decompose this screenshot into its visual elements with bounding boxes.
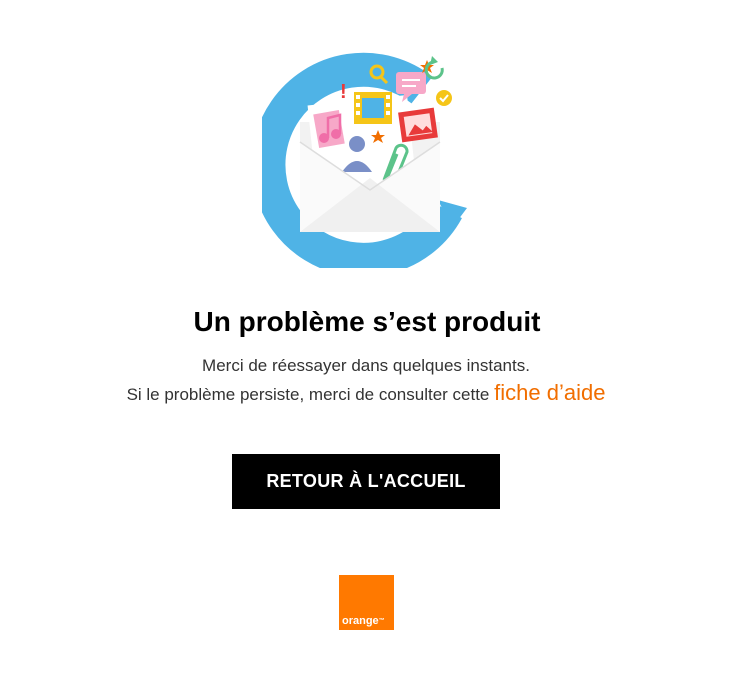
home-button[interactable]: RETOUR À L'ACCUEIL xyxy=(232,454,500,509)
logo-text: orange™ xyxy=(342,615,385,627)
orange-logo[interactable]: orange™ xyxy=(339,575,394,630)
page-title: Un problème s’est produit xyxy=(193,306,541,337)
retry-message: Merci de réessayer dans quelques instant… xyxy=(202,356,530,375)
mail-error-illustration: ! xyxy=(262,52,467,268)
help-link[interactable]: fiche d’aide xyxy=(494,380,605,405)
check-icon xyxy=(436,90,452,106)
persist-message-text: Si le problème persiste, merci de consul… xyxy=(126,385,495,404)
image-icon xyxy=(398,107,438,143)
persist-message: Si le problème persiste, merci de consul… xyxy=(0,380,732,406)
error-page: ! Un problème s’est produit Merci de rée… xyxy=(0,0,741,688)
film-icon xyxy=(354,92,392,124)
exclamation-icon: ! xyxy=(340,81,347,103)
